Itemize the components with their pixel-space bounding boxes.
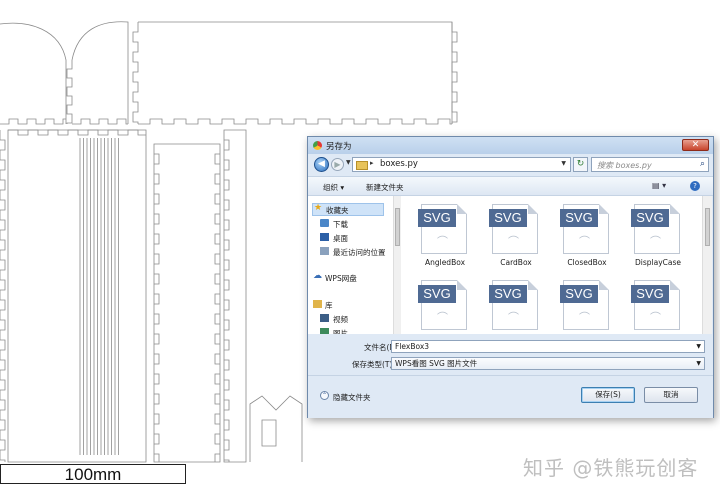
collapse-icon[interactable]: ⌃ <box>320 391 329 400</box>
filetype-select[interactable]: WPS看图 SVG 图片文件 ▼ <box>391 357 705 370</box>
navigation-pane: ★ 收藏夹 下载 桌面 最近访问的位置 ☁ WPS网盘 库 视频 图片 <box>308 196 393 334</box>
filename-input[interactable]: FlexBox3 ▼ <box>391 340 705 353</box>
filename-value[interactable]: FlexBox3 <box>395 342 429 351</box>
scroll-thumb[interactable] <box>395 208 400 246</box>
file-type-badge: SVG <box>489 209 527 227</box>
file-item[interactable]: SVG ⌒ CardBox <box>483 204 545 267</box>
address-dropdown-icon[interactable]: ▼ <box>561 160 566 167</box>
file-list: SVG ⌒ AngledBox SVG ⌒ CardBox SVG ⌒ ClosedB… <box>401 196 702 334</box>
panel-outline <box>0 130 6 462</box>
panel-outline <box>132 21 453 125</box>
refresh-button[interactable]: ↻ <box>573 157 588 172</box>
file-item[interactable]: SVG ⌒ <box>483 280 545 334</box>
view-options-button[interactable]: ▤ ▾ <box>652 181 666 190</box>
file-item[interactable]: SVG ⌒ DisplayCase <box>625 204 687 267</box>
file-item[interactable]: SVG ⌒ AngledBox <box>412 204 474 267</box>
file-name: CardBox <box>500 258 532 267</box>
file-type-badge: SVG <box>631 285 669 303</box>
sidebar-item-label: 库 <box>325 301 333 310</box>
save-as-dialog: 另存为 ✕ ◀ ▶ ▼ ▸ boxes.py ▼ ↻ 搜索 boxes.py ⌕… <box>307 136 714 418</box>
panel-outline <box>223 129 247 463</box>
search-placeholder: 搜索 boxes.py <box>597 161 652 170</box>
svg-file-icon: SVG ⌒ <box>560 204 609 254</box>
sidebar-item-label: 桌面 <box>333 234 348 243</box>
cancel-button[interactable]: 取消 <box>644 387 698 403</box>
file-list-scrollbar[interactable] <box>702 196 712 334</box>
chevron-down-icon[interactable]: ▼ <box>696 341 701 352</box>
save-form: 文件名(N): FlexBox3 ▼ 保存类型(T): WPS看图 SVG 图片… <box>308 334 713 374</box>
close-button[interactable]: ✕ <box>682 139 709 151</box>
panel-outline <box>71 21 129 124</box>
panel-outline <box>0 22 67 124</box>
panel-outline <box>249 395 303 462</box>
panel-outline <box>66 60 128 125</box>
file-item[interactable]: SVG ⌒ <box>554 280 616 334</box>
search-icon[interactable]: ⌕ <box>700 159 705 169</box>
file-item[interactable]: SVG ⌒ ClosedBox <box>554 204 616 267</box>
recent-places-icon <box>320 247 329 255</box>
panel-outline <box>0 118 66 125</box>
scroll-thumb[interactable] <box>705 208 710 246</box>
dialog-footer: ⌃ 隐藏文件夹 保存(S) 取消 <box>308 375 713 418</box>
help-icon[interactable]: ? <box>690 181 700 191</box>
sidebar-item-label: WPS网盘 <box>325 274 357 283</box>
sidebar-scrollbar[interactable] <box>393 196 401 334</box>
save-button[interactable]: 保存(S) <box>581 387 635 403</box>
file-type-badge: SVG <box>418 285 456 303</box>
file-name: ClosedBox <box>567 258 607 267</box>
svg-file-icon: SVG ⌒ <box>489 204 538 254</box>
address-bar[interactable]: ▸ boxes.py ▼ <box>352 157 571 172</box>
library-icon <box>313 300 322 308</box>
panel-outline <box>7 129 147 463</box>
file-name: DisplayCase <box>635 258 681 267</box>
desktop-icon <box>320 233 329 241</box>
file-type-badge: SVG <box>418 209 456 227</box>
sidebar-item-label: 收藏夹 <box>326 206 349 215</box>
dialog-titlebar[interactable]: 另存为 ✕ <box>308 137 713 154</box>
filetype-value[interactable]: WPS看图 SVG 图片文件 <box>395 359 477 368</box>
forward-button[interactable]: ▶ <box>331 158 344 171</box>
organize-menu[interactable]: 组织 ▾ <box>323 182 344 193</box>
sidebar-item-label: 视频 <box>333 315 348 324</box>
file-item[interactable]: SVG ⌒ <box>412 280 474 334</box>
breadcrumb-current[interactable]: boxes.py <box>380 159 418 169</box>
svg-file-icon: SVG ⌒ <box>418 280 467 330</box>
panel-outline <box>8 129 146 136</box>
hide-folders-toggle[interactable]: 隐藏文件夹 <box>333 392 371 403</box>
folder-icon <box>356 161 368 170</box>
sidebar-item-label: 最近访问的位置 <box>333 248 386 257</box>
download-icon <box>320 219 329 227</box>
filetype-label: 保存类型(T): <box>352 360 395 369</box>
chrome-icon <box>313 141 322 150</box>
panel-outline <box>153 143 221 463</box>
file-type-badge: SVG <box>560 209 598 227</box>
file-item[interactable]: SVG ⌒ <box>625 280 687 334</box>
search-input[interactable]: 搜索 boxes.py ⌕ <box>591 157 709 172</box>
dialog-title: 另存为 <box>326 142 352 152</box>
svg-file-icon: SVG ⌒ <box>631 280 680 330</box>
command-toolbar: 组织 ▾ 新建文件夹 ▤ ▾ ? <box>308 176 713 196</box>
file-type-badge: SVG <box>489 285 527 303</box>
watermark: 知乎 @铁熊玩创客 <box>523 456 699 480</box>
svg-file-icon: SVG ⌒ <box>418 204 467 254</box>
svg-file-icon: SVG ⌒ <box>631 204 680 254</box>
svg-file-icon: SVG ⌒ <box>560 280 609 330</box>
file-name: AngledBox <box>424 258 466 267</box>
file-type-badge: SVG <box>631 209 669 227</box>
sidebar-item-favorites[interactable]: ★ 收藏夹 <box>312 203 384 216</box>
scale-bar-label: 100mm <box>0 464 186 484</box>
chevron-down-icon[interactable]: ▼ <box>696 358 701 369</box>
recent-locations-dropdown[interactable]: ▼ <box>346 159 351 166</box>
star-icon: ★ <box>314 203 323 213</box>
navigation-bar: ◀ ▶ ▼ ▸ boxes.py ▼ ↻ 搜索 boxes.py ⌕ <box>308 154 713 176</box>
breadcrumb-separator[interactable]: ▸ <box>370 159 374 167</box>
back-button[interactable]: ◀ <box>314 157 329 172</box>
video-icon <box>320 314 329 322</box>
panel-outline <box>451 22 458 124</box>
file-type-badge: SVG <box>560 285 598 303</box>
cloud-icon: ☁ <box>313 271 322 281</box>
svg-file-icon: SVG ⌒ <box>489 280 538 330</box>
sidebar-item-label: 下载 <box>333 220 348 229</box>
new-folder-button[interactable]: 新建文件夹 <box>366 182 404 193</box>
